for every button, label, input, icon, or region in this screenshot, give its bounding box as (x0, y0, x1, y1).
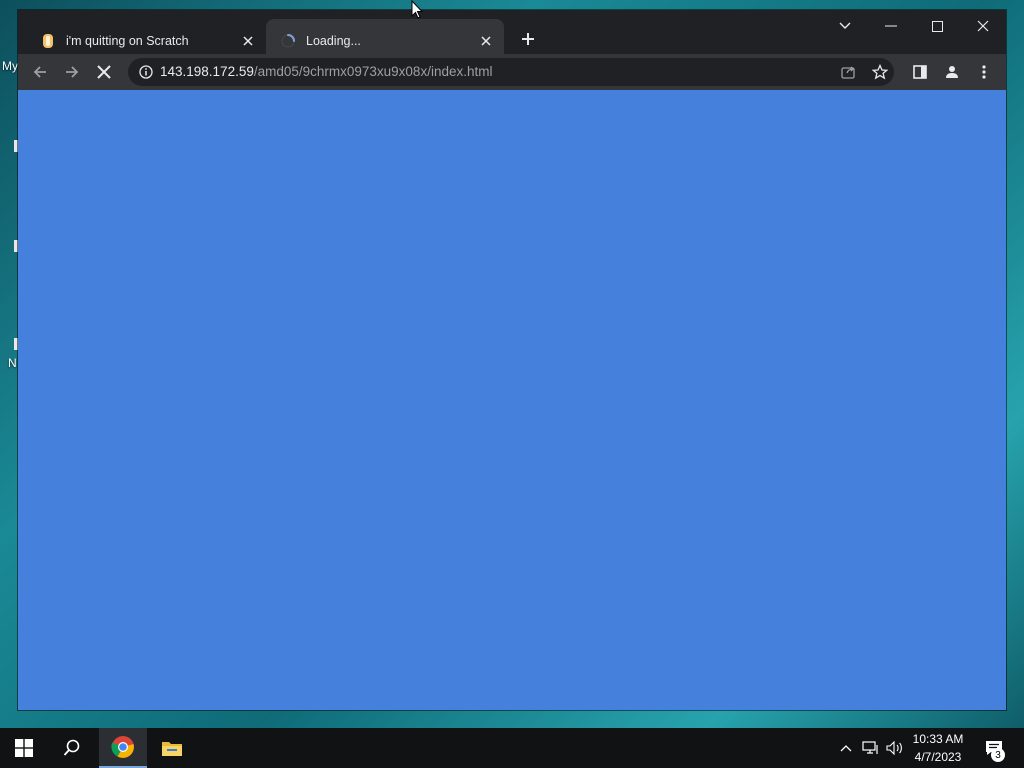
chrome-taskbar-icon[interactable] (99, 728, 147, 768)
show-hidden-icons-chevron-up-icon[interactable] (836, 728, 856, 768)
new-tab-button[interactable] (514, 25, 542, 53)
side-panel-button[interactable] (906, 58, 934, 86)
tab-search-button[interactable] (822, 10, 868, 42)
file-explorer-icon[interactable] (148, 728, 196, 768)
forward-button[interactable] (58, 58, 86, 86)
url-host: 143.198.172.59 (160, 64, 254, 79)
address-bar[interactable]: 143.198.172.59/amd05/9chrmx0973xu9x08x/i… (128, 58, 894, 86)
volume-icon[interactable] (884, 728, 906, 768)
start-button[interactable] (0, 728, 48, 768)
desktop-icon-label-n: N (8, 356, 17, 370)
network-icon[interactable] (860, 728, 882, 768)
close-window-button[interactable] (960, 10, 1006, 42)
clock-date: 4/7/2023 (914, 750, 962, 764)
page-content[interactable] (18, 90, 1006, 710)
profile-icon[interactable] (938, 58, 966, 86)
search-icon[interactable] (48, 728, 96, 768)
site-info-icon[interactable] (136, 62, 156, 82)
bookmark-star-icon[interactable] (866, 58, 894, 86)
taskbar: 10:33 AM 4/7/2023 (0, 728, 1024, 768)
tab-title: i'm quitting on Scratch (66, 33, 189, 48)
notification-count-badge: 3 (991, 748, 1005, 762)
clock-time: 10:33 AM (912, 732, 964, 746)
stop-loading-button[interactable] (90, 58, 118, 86)
minimize-button[interactable] (868, 10, 914, 42)
mouse-cursor-icon (411, 0, 424, 24)
url-path: /amd05/9chrmx0973xu9x08x/index.html (253, 64, 493, 79)
tab-close-icon[interactable] (236, 29, 260, 53)
back-button[interactable] (26, 58, 54, 86)
desktop-icon-label-my: My (2, 59, 18, 73)
share-button[interactable] (834, 58, 862, 86)
menu-kebab-icon[interactable] (970, 58, 998, 86)
scratch-favicon-icon (40, 33, 56, 49)
maximize-button[interactable] (914, 10, 960, 42)
tab-title: Loading... (306, 33, 361, 48)
tab-close-icon[interactable] (474, 29, 498, 53)
browser-toolbar: 143.198.172.59/amd05/9chrmx0973xu9x08x/i… (18, 54, 1006, 90)
loading-spinner-icon (280, 33, 296, 49)
url-text: 143.198.172.59/amd05/9chrmx0973xu9x08x/i… (160, 64, 492, 79)
browser-window: i'm quitting on Scratch Loading... 143.1… (18, 10, 1006, 710)
clock[interactable]: 10:33 AM 4/7/2023 (908, 728, 968, 768)
